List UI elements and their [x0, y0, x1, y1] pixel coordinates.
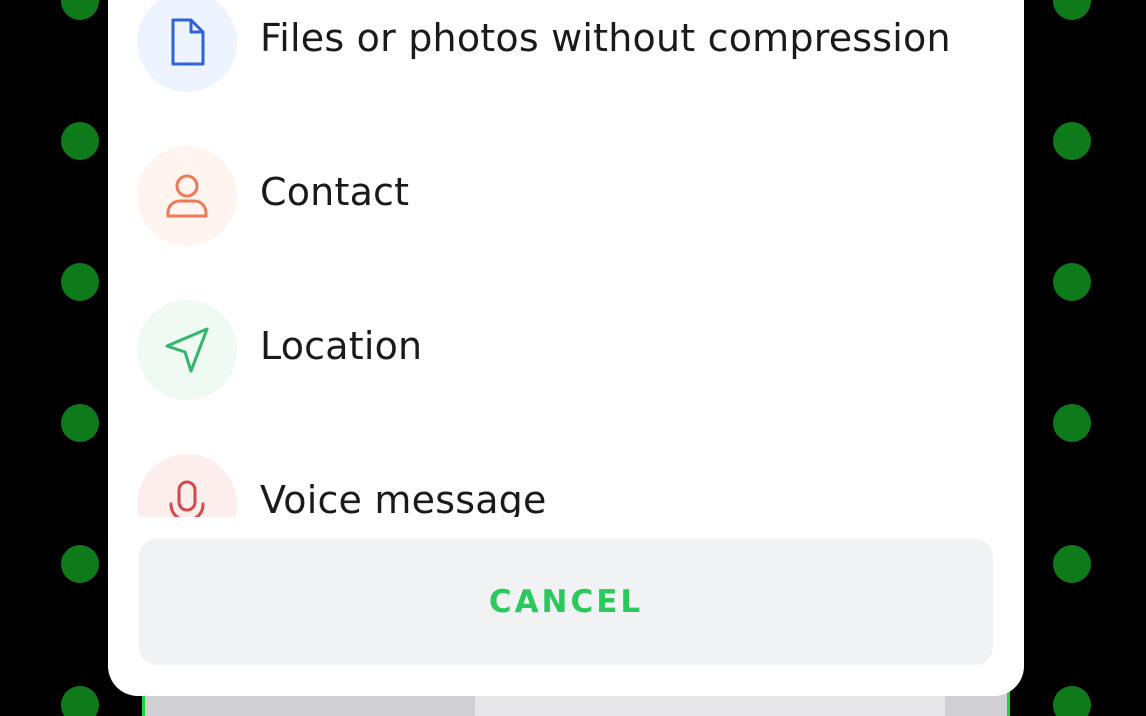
- attach-bottom-sheet: Files or photos without compression Cont…: [108, 0, 1024, 696]
- left-dot-column: [61, 0, 101, 716]
- attach-item-contact[interactable]: Contact: [108, 144, 1024, 264]
- attach-menu-list: Files or photos without compression Cont…: [108, 0, 1024, 517]
- attach-item-voice[interactable]: Voice message: [108, 452, 1024, 517]
- microphone-icon: [169, 480, 205, 517]
- green-dot: [1053, 122, 1091, 160]
- cancel-button[interactable]: CANCEL: [139, 539, 993, 665]
- green-dot: [1053, 263, 1091, 301]
- right-dot-column: [1053, 0, 1093, 716]
- contact-icon-circle: [137, 146, 237, 246]
- green-dot: [61, 122, 99, 160]
- attach-item-label: Files or photos without compression: [260, 16, 951, 60]
- microphone-icon-circle: [137, 454, 237, 517]
- attach-item-location[interactable]: Location: [108, 298, 1024, 418]
- green-dot: [61, 545, 99, 583]
- green-dot: [61, 0, 99, 20]
- green-dot: [1053, 545, 1091, 583]
- contact-icon: [166, 174, 208, 218]
- green-dot: [61, 263, 99, 301]
- green-dot: [1053, 686, 1091, 716]
- green-dot: [61, 686, 99, 716]
- location-icon: [165, 327, 209, 373]
- attach-item-label: Contact: [260, 170, 410, 214]
- green-dot: [61, 404, 99, 442]
- screen: Files or photos without compression Cont…: [0, 0, 1146, 716]
- attach-item-label: Location: [260, 324, 423, 368]
- attach-item-files[interactable]: Files or photos without compression: [108, 0, 1024, 110]
- green-dot: [1053, 404, 1091, 442]
- location-icon-circle: [137, 300, 237, 400]
- attach-item-label: Voice message: [260, 478, 547, 517]
- green-dot: [1053, 0, 1091, 20]
- cancel-label: CANCEL: [488, 584, 644, 620]
- file-icon: [171, 18, 205, 66]
- file-icon-circle: [137, 0, 237, 92]
